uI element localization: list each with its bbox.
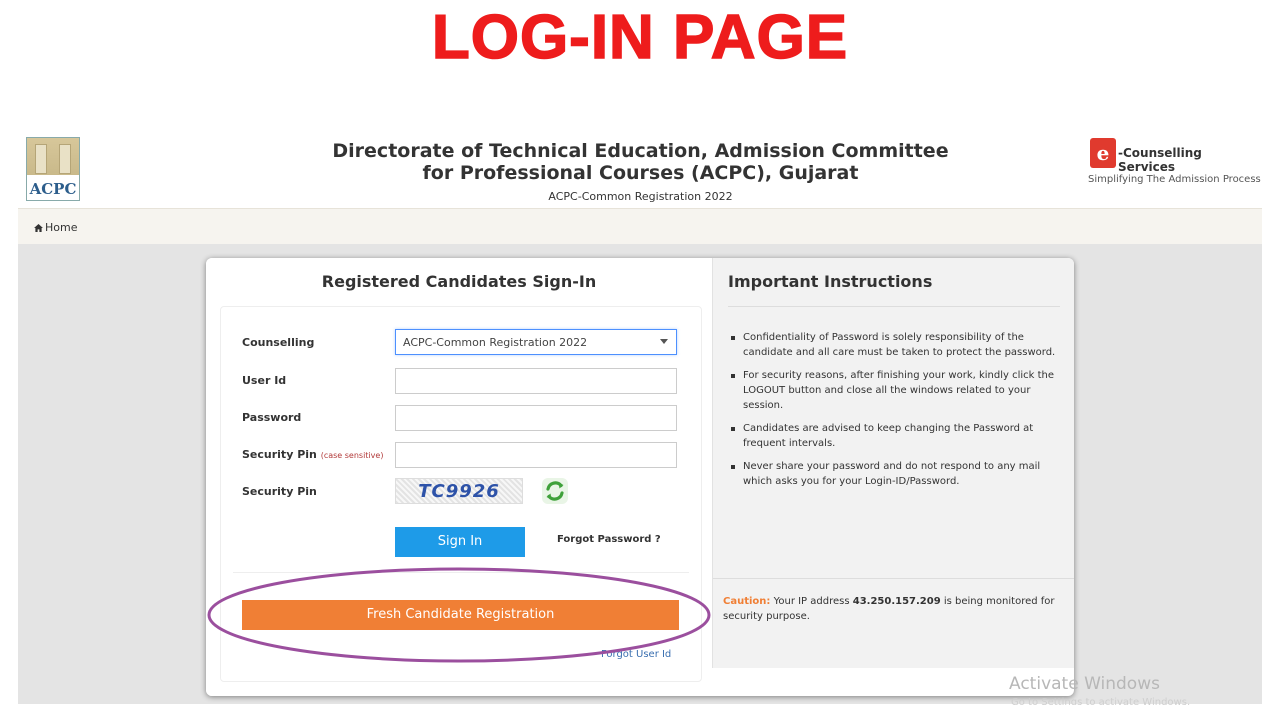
logo-pillar xyxy=(35,144,47,174)
ecounselling-name: -Counselling Services xyxy=(1118,146,1202,174)
signin-form: Counselling ACPC-Common Registration 202… xyxy=(220,306,702,682)
caution-divider xyxy=(713,578,1074,579)
instruction-item: Confidentiality of Password is solely re… xyxy=(728,330,1066,360)
caution-label: Caution: xyxy=(723,596,771,607)
signin-panel: Registered Candidates Sign-In Counsellin… xyxy=(206,258,712,696)
ip-address: 43.250.157.209 xyxy=(852,596,941,607)
password-input[interactable] xyxy=(395,405,677,431)
acpc-logo-text: ACPC xyxy=(29,180,77,198)
header-title: Directorate of Technical Education, Admi… xyxy=(332,140,949,184)
forgot-password-link[interactable]: Forgot Password ? xyxy=(557,534,661,545)
instruction-item: Candidates are advised to keep changing … xyxy=(728,421,1066,451)
caution-text-pre: Your IP address xyxy=(770,596,853,607)
caution-note: Caution: Your IP address 43.250.157.209 … xyxy=(723,594,1063,624)
home-icon xyxy=(34,224,43,232)
case-sensitive-note: (case sensitive) xyxy=(320,451,384,460)
login-card: Registered Candidates Sign-In Counsellin… xyxy=(206,258,1074,696)
nav-home-label: Home xyxy=(45,221,78,234)
password-label: Password xyxy=(242,411,302,424)
security-pin-input[interactable] xyxy=(395,442,677,468)
sign-in-button[interactable]: Sign In xyxy=(395,527,525,557)
instruction-item: Never share your password and do not res… xyxy=(728,459,1066,489)
form-divider xyxy=(233,572,689,573)
counselling-label: Counselling xyxy=(242,336,315,349)
header-subtitle: ACPC-Common Registration 2022 xyxy=(548,190,733,203)
banner-title: LOG-IN PAGE xyxy=(431,2,849,73)
ecounselling-tagline: Simplifying The Admission Process xyxy=(1088,174,1261,185)
nav-home-link[interactable]: Home xyxy=(34,221,77,234)
instructions-list: Confidentiality of Password is solely re… xyxy=(728,330,1066,497)
counselling-select-value: ACPC-Common Registration 2022 xyxy=(403,336,588,349)
security-pin-label-text: Security Pin xyxy=(242,448,317,461)
logo-pillar xyxy=(59,144,71,174)
acpc-logo[interactable]: ACPC xyxy=(26,137,80,201)
activate-windows-watermark: Activate Windows xyxy=(1009,674,1160,694)
captcha-image: TC9926 xyxy=(395,478,523,504)
instruction-item: For security reasons, after finishing yo… xyxy=(728,368,1066,413)
instructions-title: Important Instructions xyxy=(728,272,933,291)
chevron-down-icon xyxy=(660,339,668,344)
refresh-captcha-icon[interactable] xyxy=(541,477,569,505)
forgot-user-id-link[interactable]: Forgot User Id xyxy=(601,649,671,660)
ecounselling-brand[interactable]: e -Counselling Services Simplifying The … xyxy=(1082,138,1261,198)
user-id-input[interactable] xyxy=(395,368,677,394)
fresh-candidate-registration-button[interactable]: Fresh Candidate Registration xyxy=(242,600,679,630)
security-pin-captcha-label: Security Pin xyxy=(242,485,317,498)
ecounselling-logo-icon: e xyxy=(1090,138,1116,168)
instructions-divider xyxy=(728,306,1060,307)
user-id-label: User Id xyxy=(242,374,287,387)
site-header: ACPC Directorate of Technical Education,… xyxy=(18,132,1262,208)
navbar: Home xyxy=(18,208,1262,245)
instructions-panel: Important Instructions Confidentiality o… xyxy=(712,258,1074,668)
counselling-select[interactable]: ACPC-Common Registration 2022 xyxy=(395,329,677,355)
signin-title: Registered Candidates Sign-In xyxy=(321,272,597,291)
activate-windows-hint: Go to Settings to activate Windows. xyxy=(1011,697,1191,705)
security-pin-input-label: Security Pin (case sensitive) xyxy=(242,448,383,461)
